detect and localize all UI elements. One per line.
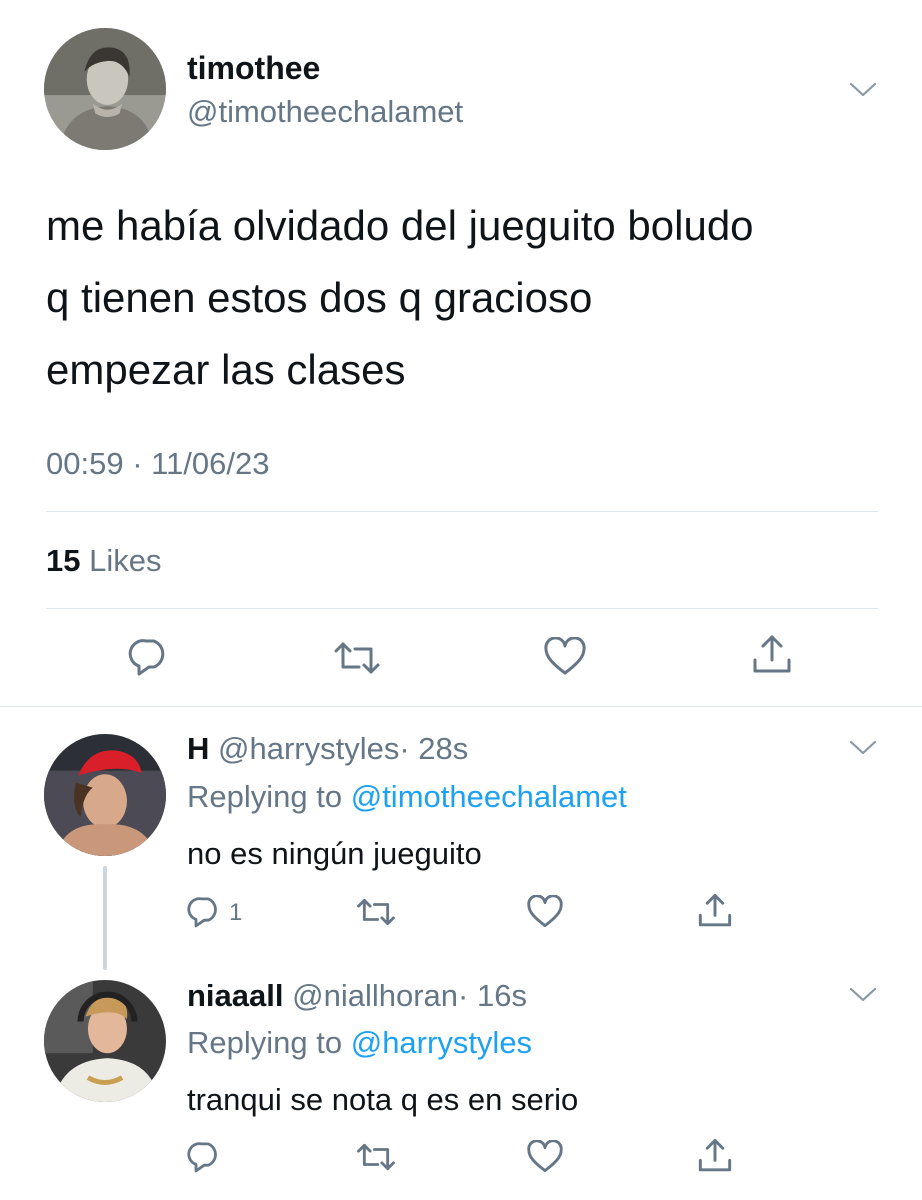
like-icon[interactable] bbox=[526, 1140, 564, 1174]
replying-to-handle[interactable]: @harrystyles bbox=[351, 1025, 532, 1060]
chevron-down-icon[interactable] bbox=[848, 738, 878, 758]
reply-text: tranqui se nota q es en serio bbox=[187, 1082, 579, 1117]
tweet-timestamp[interactable]: 00:59 · 11/06/23 bbox=[46, 446, 270, 482]
thread-line bbox=[103, 866, 107, 970]
replying-to-handle[interactable]: @timotheechalamet bbox=[351, 779, 627, 814]
likes-summary[interactable]: 15 Likes bbox=[46, 543, 161, 579]
reply-display-name[interactable]: niaaall bbox=[187, 978, 284, 1013]
divider bbox=[46, 608, 878, 609]
avatar-niallhoran[interactable] bbox=[44, 980, 166, 1102]
reply-header: niaaall @niallhoran· 16s bbox=[187, 978, 527, 1014]
retweet-icon[interactable] bbox=[333, 640, 381, 676]
reply-text: no es ningún jueguito bbox=[187, 836, 482, 871]
avatar-timothee[interactable] bbox=[44, 28, 166, 150]
reply-handle[interactable]: @niallhoran bbox=[292, 978, 458, 1013]
reply-icon[interactable] bbox=[128, 637, 172, 677]
like-icon[interactable] bbox=[526, 895, 564, 929]
reply-time[interactable]: · 16s bbox=[458, 978, 527, 1013]
avatar-harrystyles[interactable] bbox=[44, 734, 166, 856]
divider bbox=[0, 706, 922, 707]
likes-count: 15 bbox=[46, 543, 81, 578]
chevron-down-icon[interactable] bbox=[848, 985, 878, 1005]
retweet-icon[interactable] bbox=[356, 1142, 396, 1172]
tweet-text-line: me había olvidado del jueguito boludo bbox=[46, 202, 754, 249]
likes-label: Likes bbox=[89, 543, 162, 578]
tweet-text-line: q tienen estos dos q gracioso bbox=[46, 274, 593, 321]
tweet-text: me había olvidado del jueguito boludo q … bbox=[46, 190, 754, 406]
replying-to-label: Replying to bbox=[187, 779, 343, 814]
reply-count: 1 bbox=[229, 899, 243, 926]
author-display-name[interactable]: timothee bbox=[187, 50, 320, 86]
reply-display-name[interactable]: H bbox=[187, 731, 209, 766]
share-icon[interactable] bbox=[696, 1137, 734, 1175]
retweet-icon[interactable] bbox=[356, 897, 396, 927]
reply-time[interactable]: · 28s bbox=[399, 731, 468, 766]
author-handle[interactable]: @timotheechalamet bbox=[187, 94, 463, 130]
replying-to-label: Replying to bbox=[187, 1025, 343, 1060]
chevron-down-icon[interactable] bbox=[848, 80, 878, 100]
replying-to: Replying to @harrystyles bbox=[187, 1025, 532, 1061]
divider bbox=[46, 511, 878, 512]
reply-handle[interactable]: @harrystyles bbox=[218, 731, 399, 766]
reply-icon[interactable] bbox=[187, 895, 223, 929]
reply-header: H @harrystyles· 28s bbox=[187, 731, 468, 767]
replying-to: Replying to @timotheechalamet bbox=[187, 779, 627, 815]
share-icon[interactable] bbox=[750, 633, 794, 677]
like-icon[interactable] bbox=[543, 637, 587, 677]
tweet-text-line: empezar las clases bbox=[46, 346, 406, 393]
reply-icon[interactable] bbox=[187, 1140, 223, 1174]
share-icon[interactable] bbox=[696, 892, 734, 930]
